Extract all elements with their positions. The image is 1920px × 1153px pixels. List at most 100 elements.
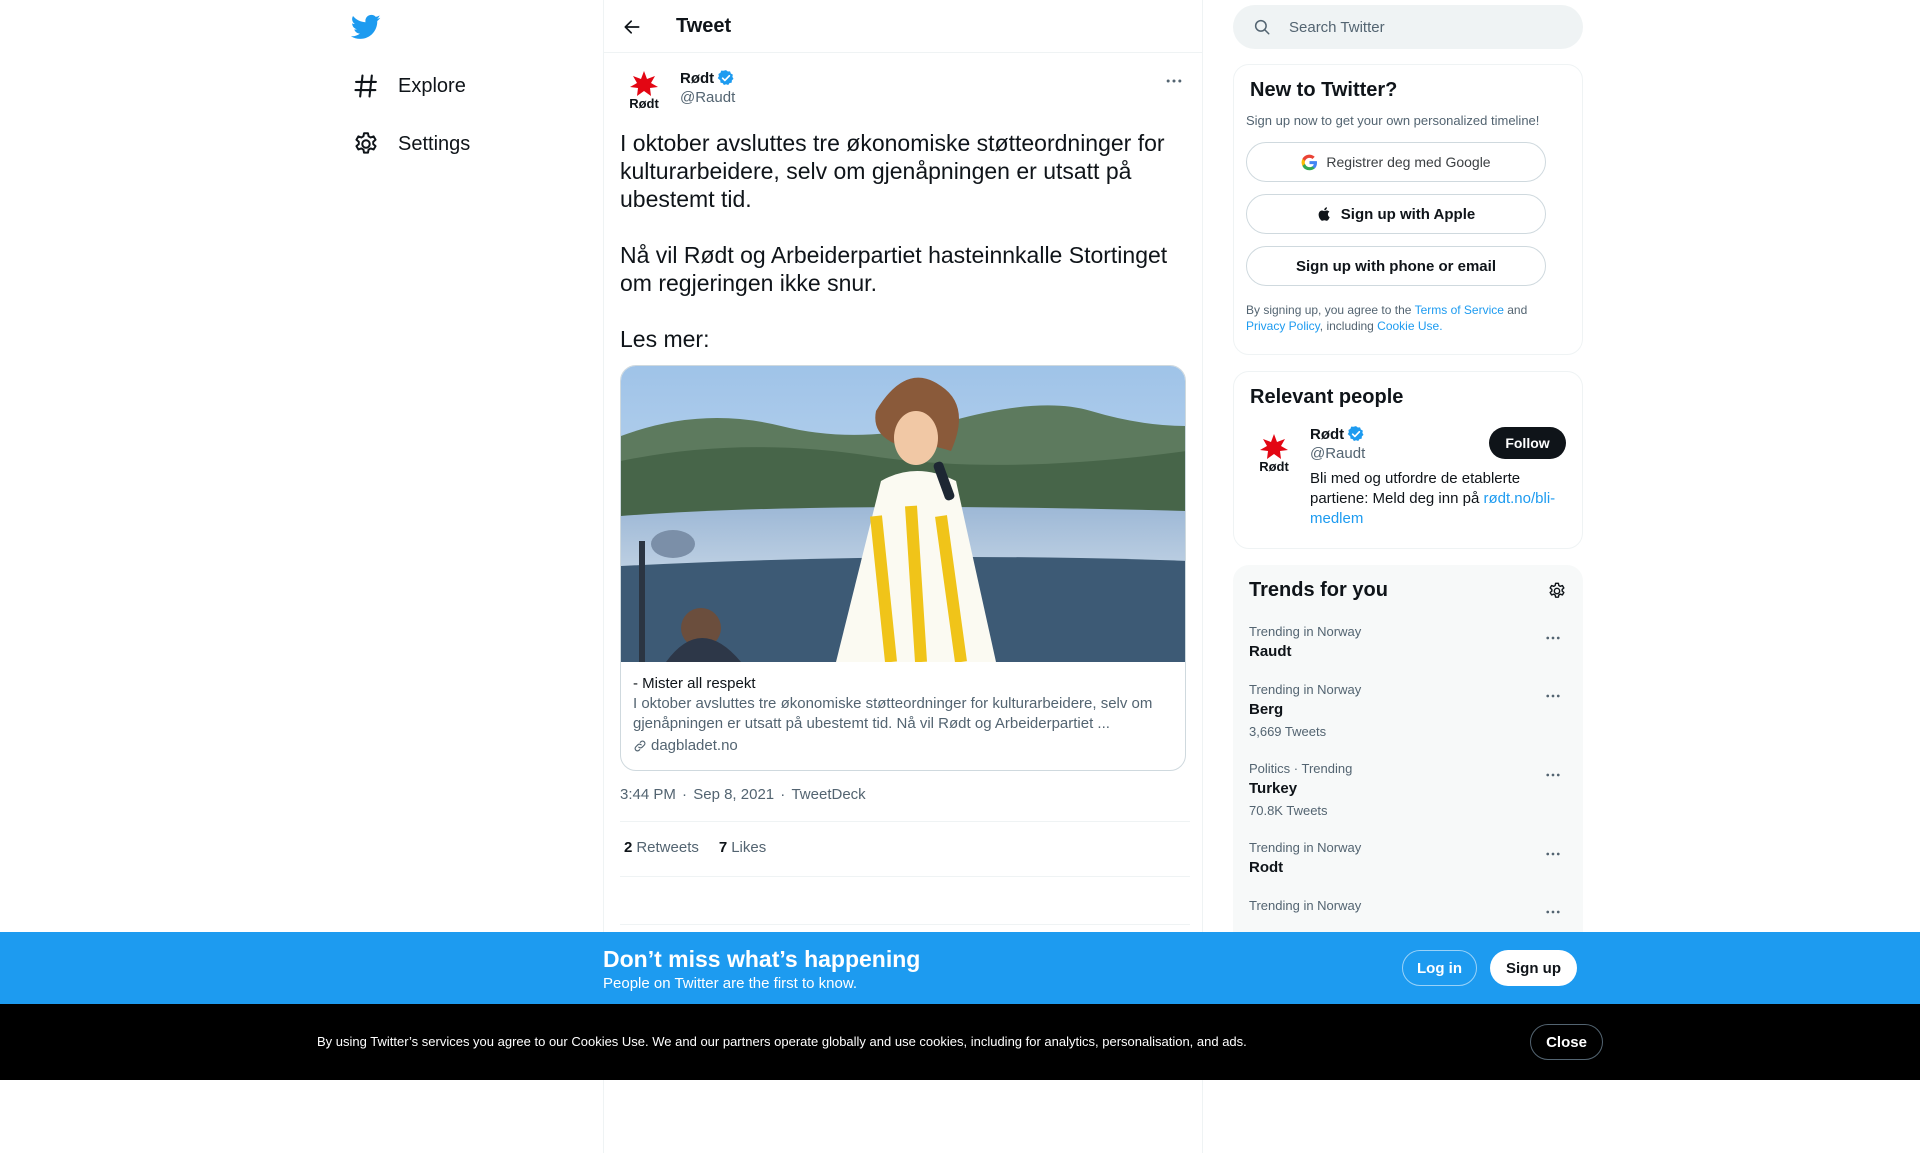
verified-badge-icon — [717, 70, 734, 86]
tweet-meta: 3:44 PM · Sep 8, 2021 · TweetDeck — [620, 786, 866, 803]
more-horizontal-icon — [1166, 79, 1182, 83]
legal-prefix: By signing up, you agree to the — [1246, 303, 1415, 317]
terms-link[interactable]: Terms of Service — [1415, 303, 1504, 317]
trend-more-button[interactable] — [1539, 624, 1567, 652]
link-icon — [634, 740, 646, 752]
more-options-button[interactable] — [1158, 65, 1190, 97]
person-name-text: Rødt — [1310, 425, 1345, 443]
nav-settings-label: Settings — [398, 132, 471, 155]
nav-settings[interactable]: Settings — [352, 124, 470, 164]
card-domain: dagbladet.no — [633, 736, 1173, 756]
author-name[interactable]: Rødt — [680, 69, 735, 87]
tweet: Rødt Rødt @Raudt I oktober avsluttes tre… — [620, 53, 1190, 961]
avatar[interactable]: Rødt — [620, 66, 668, 114]
trend-count: 3,669 Tweets — [1249, 724, 1327, 739]
link-card[interactable]: - Mister all respekt I oktober avsluttes… — [620, 365, 1186, 771]
more-horizontal-icon — [1546, 852, 1560, 856]
more-horizontal-icon — [1546, 636, 1560, 640]
trend-name: Rodt — [1249, 859, 1284, 876]
trend-name: Berg — [1249, 701, 1284, 718]
likes-stat[interactable]: 7 Likes — [719, 839, 766, 856]
trends-title: Trends for you — [1249, 579, 1388, 601]
trend-context: Politics · Trending — [1249, 761, 1353, 776]
signup-prompt-subtitle: People on Twitter are the first to know. — [603, 975, 858, 992]
search-bar[interactable] — [1233, 5, 1583, 49]
tweet-stats: 2 Retweets 7 Likes — [624, 839, 766, 856]
phone-email-signup-button[interactable]: Sign up with phone or email — [1246, 246, 1546, 286]
more-horizontal-icon — [1546, 773, 1560, 777]
apple-signup-button[interactable]: Sign up with Apple — [1246, 194, 1546, 234]
retweets-stat[interactable]: 2 Retweets — [624, 839, 699, 856]
person-card[interactable]: Rødt Rødt @Raudt Bli med og utfordre de … — [1250, 425, 1566, 535]
trend-more-button[interactable] — [1539, 898, 1567, 926]
nav-explore[interactable]: Explore — [352, 66, 466, 106]
trends-header: Trends for you — [1249, 579, 1567, 602]
apple-icon — [1318, 207, 1330, 221]
avatar[interactable]: Rødt — [1250, 429, 1298, 477]
search-icon — [1254, 19, 1270, 35]
cookie-text: By using Twitter’s services you agree to… — [317, 1034, 1247, 1049]
trend-name: Turkey — [1249, 780, 1298, 797]
hashtag-icon — [352, 72, 380, 100]
google-signup-label: Registrer deg med Google — [1326, 154, 1491, 170]
signup-prompt-bar: Don’t miss what’s happening People on Tw… — [0, 932, 1920, 1004]
divider — [620, 924, 1190, 925]
twitter-logo-icon[interactable] — [351, 12, 381, 42]
author-name-text: Rødt — [680, 69, 715, 87]
gear-icon — [352, 130, 380, 158]
apple-signup-label: Sign up with Apple — [1340, 205, 1476, 223]
page-title: Tweet — [676, 15, 732, 37]
tweet-paragraph: Les mer: — [620, 326, 710, 352]
cookie-use-link[interactable]: Cookie Use. — [1377, 319, 1442, 333]
trend-item[interactable]: Trending in Norway — [1249, 898, 1567, 914]
tweet-time[interactable]: 3:44 PM — [620, 786, 676, 803]
search-input[interactable] — [1289, 18, 1559, 36]
follow-button[interactable]: Follow — [1489, 427, 1566, 459]
tweet-source[interactable]: TweetDeck — [791, 786, 865, 803]
tweet-paragraph: I oktober avsluttes tre økonomiske støtt… — [620, 130, 1165, 212]
privacy-link[interactable]: Privacy Policy — [1246, 319, 1320, 333]
trend-more-button[interactable] — [1539, 840, 1567, 868]
trend-count: 70.8K Tweets — [1249, 803, 1328, 818]
trend-more-button[interactable] — [1539, 761, 1567, 789]
google-icon — [1301, 154, 1318, 170]
trend-context: Trending in Norway — [1249, 682, 1362, 697]
person-bio: Bli med og utfordre de etablerte partien… — [1310, 469, 1570, 529]
cookie-banner: By using Twitter’s services you agree to… — [0, 1004, 1920, 1080]
trends-panel: Trends for you Trending in Norway Raudt … — [1233, 565, 1583, 985]
verified-badge-icon — [1347, 426, 1364, 442]
tweet-text: I oktober avsluttes tre økonomiske støtt… — [620, 129, 1180, 353]
card-body: - Mister all respekt I oktober avsluttes… — [621, 662, 1185, 768]
legal-and: and — [1503, 303, 1528, 317]
signup-legal: By signing up, you agree to the Terms of… — [1246, 302, 1570, 334]
trend-item[interactable]: Politics · Trending Turkey 70.8K Tweets — [1249, 761, 1567, 818]
google-signup-button[interactable]: Registrer deg med Google — [1246, 142, 1546, 182]
signup-button[interactable]: Sign up — [1490, 950, 1577, 986]
relevant-people-title: Relevant people — [1250, 386, 1404, 408]
trend-context: Trending in Norway — [1249, 624, 1362, 639]
person-handle[interactable]: @Raudt — [1310, 445, 1365, 462]
person-name[interactable]: Rødt — [1310, 425, 1365, 443]
arrow-left-icon — [624, 20, 640, 34]
cookie-close-button[interactable]: Close — [1530, 1024, 1603, 1060]
retweets-count: 2 — [624, 839, 633, 856]
divider — [620, 876, 1190, 877]
likes-label: Likes — [731, 839, 767, 856]
back-button[interactable] — [618, 13, 646, 41]
trend-item[interactable]: Trending in Norway Rodt — [1249, 840, 1567, 876]
trend-item[interactable]: Trending in Norway Raudt — [1249, 624, 1567, 660]
login-button[interactable]: Log in — [1402, 950, 1477, 986]
rodt-logo-wordmark: Rødt — [1259, 459, 1289, 474]
card-image — [621, 366, 1185, 662]
tweet-date[interactable]: Sep 8, 2021 — [693, 786, 774, 803]
phone-email-signup-label: Sign up with phone or email — [1295, 257, 1496, 275]
trend-item[interactable]: Trending in Norway Berg 3,669 Tweets — [1249, 682, 1567, 739]
trend-more-button[interactable] — [1539, 682, 1567, 710]
trend-name: Raudt — [1249, 643, 1292, 660]
tweet-paragraph: Nå vil Rødt og Arbeiderpartiet hasteinnk… — [620, 242, 1168, 296]
author-handle[interactable]: @Raudt — [680, 89, 735, 106]
gear-icon[interactable] — [1547, 581, 1567, 601]
card-description: I oktober avsluttes tre økonomiske støtt… — [633, 695, 1153, 732]
signup-prompt-title: Don’t miss what’s happening — [603, 946, 921, 972]
more-horizontal-icon — [1546, 694, 1560, 698]
